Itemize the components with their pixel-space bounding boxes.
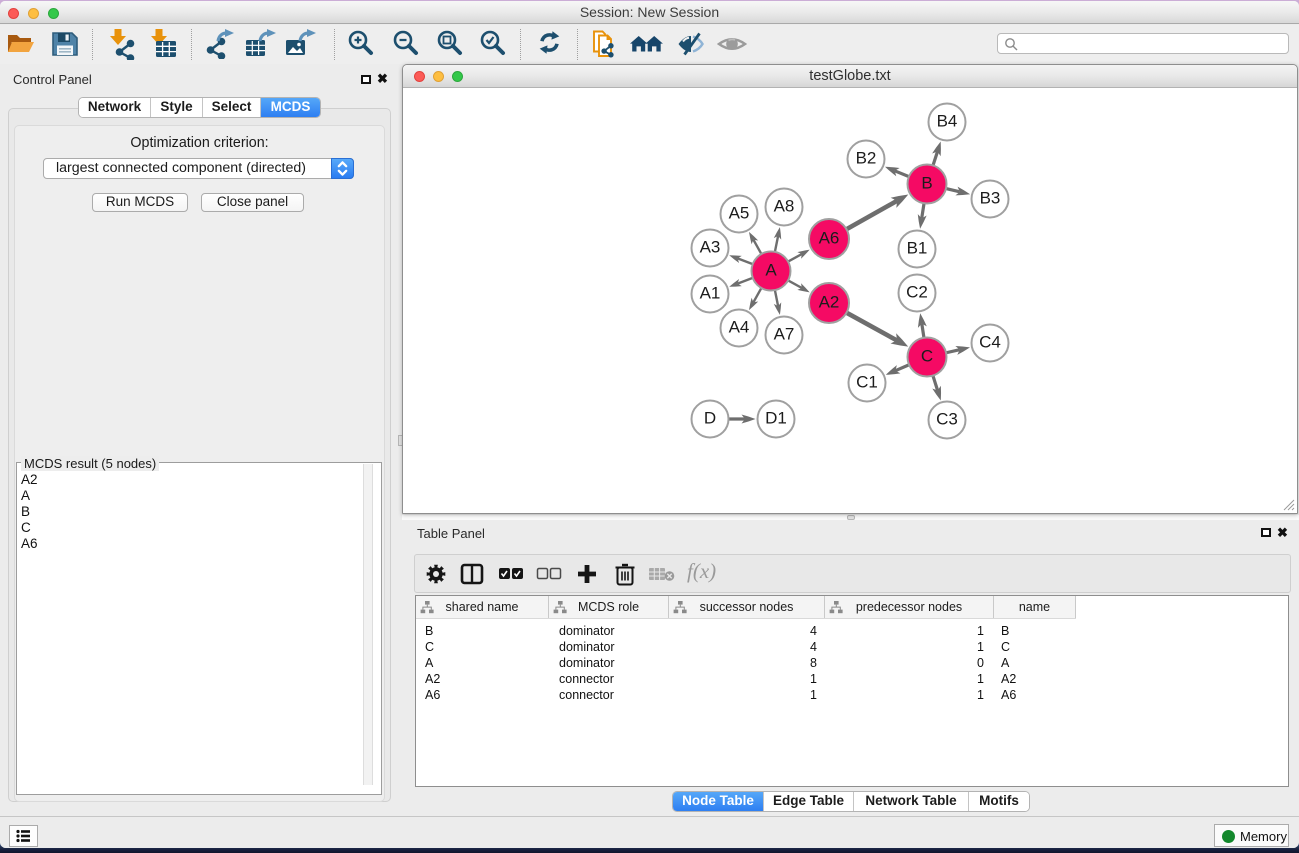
svg-text:A5: A5 (729, 204, 750, 223)
svg-text:A7: A7 (774, 325, 795, 344)
svg-text:A6: A6 (819, 229, 840, 248)
svg-text:D: D (704, 409, 716, 428)
svg-text:B4: B4 (937, 112, 958, 131)
svg-text:D1: D1 (765, 409, 787, 428)
svg-text:A: A (765, 261, 777, 280)
svg-text:B2: B2 (856, 149, 877, 168)
svg-text:B1: B1 (907, 239, 928, 258)
svg-text:C: C (921, 347, 933, 366)
svg-text:A8: A8 (774, 197, 795, 216)
svg-text:C1: C1 (856, 373, 878, 392)
svg-text:A3: A3 (700, 238, 721, 257)
svg-text:C4: C4 (979, 333, 1001, 352)
svg-text:C3: C3 (936, 410, 958, 429)
svg-text:A1: A1 (700, 284, 721, 303)
svg-text:A4: A4 (729, 318, 750, 337)
svg-text:A2: A2 (819, 293, 840, 312)
svg-text:C2: C2 (906, 283, 928, 302)
svg-text:B: B (921, 174, 932, 193)
svg-text:B3: B3 (980, 189, 1001, 208)
